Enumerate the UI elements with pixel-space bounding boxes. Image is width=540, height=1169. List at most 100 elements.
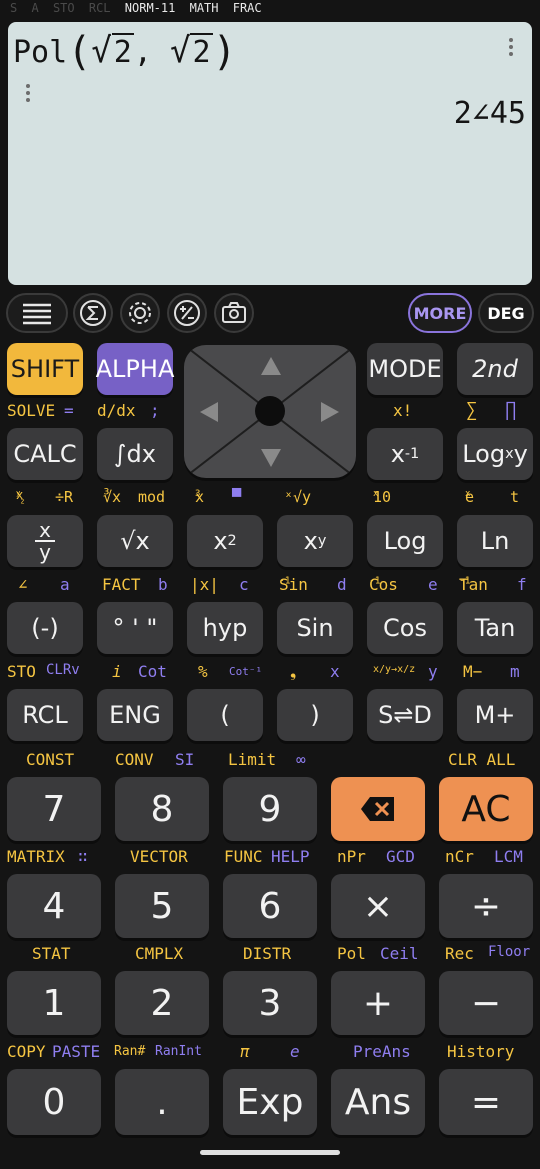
label-conv: CONV — [115, 750, 154, 769]
label-m: m — [510, 662, 520, 681]
more-button[interactable]: MORE — [408, 293, 472, 333]
sd-key[interactable]: S⇌D — [367, 689, 443, 741]
delete-key[interactable] — [331, 777, 425, 841]
inverse-base: x — [390, 440, 405, 468]
digit-3-key[interactable]: 3 — [223, 971, 317, 1035]
ac-key[interactable]: AC — [439, 777, 533, 841]
label-exp-e: ex — [465, 488, 475, 506]
down-arrow-icon[interactable] — [261, 449, 281, 467]
label-e: e — [428, 575, 438, 594]
sqrt-key[interactable]: √x — [97, 515, 173, 567]
rcl-key[interactable]: RCL — [7, 689, 83, 741]
label-f: f — [517, 575, 527, 594]
label-matrix: MATRIX — [7, 847, 65, 866]
result-menu-icon[interactable] — [26, 84, 30, 105]
label-xyz: x yz — [16, 488, 25, 506]
logxy-key[interactable]: Log x y — [457, 428, 533, 480]
up-arrow-icon[interactable] — [261, 357, 281, 375]
digit-2-key[interactable]: 2 — [115, 971, 209, 1035]
left-paren-key[interactable]: ( — [187, 689, 263, 741]
tan-key[interactable]: Tan — [457, 602, 533, 654]
log-key[interactable]: Log — [367, 515, 443, 567]
digit-5-key[interactable]: 5 — [115, 874, 209, 938]
backspace-icon — [361, 797, 394, 821]
square-key[interactable]: x2 — [187, 515, 263, 567]
right-paren-key[interactable]: ) — [277, 689, 353, 741]
expr-radicand-2: 2 — [190, 33, 213, 70]
label-xroot: ˣ√y — [284, 488, 312, 506]
inverse-key[interactable]: x -1 — [367, 428, 443, 480]
expr-close-paren: ) — [212, 29, 237, 75]
label-npr: nPr — [337, 847, 366, 866]
plus-key[interactable]: + — [331, 971, 425, 1035]
menu-icon — [23, 303, 51, 325]
status-frac: FRAC — [232, 1, 262, 15]
label-copy: COPY — [7, 1042, 46, 1061]
eng-key[interactable]: ENG — [97, 689, 173, 741]
integral-key[interactable]: ∫dx — [97, 428, 173, 480]
label-help: HELP — [271, 847, 310, 866]
digit-8-key[interactable]: 8 — [115, 777, 209, 841]
digit-7-key[interactable]: 7 — [7, 777, 101, 841]
divide-key[interactable]: ÷ — [439, 874, 533, 938]
calculator-display[interactable]: Pol(√2, √2) 2∠45 — [8, 22, 532, 285]
alpha-key[interactable]: ALPHA — [96, 343, 174, 395]
gear-icon — [129, 302, 151, 324]
status-a: A — [31, 1, 39, 15]
digit-4-key[interactable]: 4 — [7, 874, 101, 938]
camera-icon — [222, 302, 246, 323]
hyp-key[interactable]: hyp — [187, 602, 263, 654]
plus-minus-icon — [174, 300, 200, 326]
fraction-key[interactable]: xy — [7, 515, 83, 567]
sin-key[interactable]: Sin — [277, 602, 353, 654]
label-matrix-icon: ∷ — [78, 847, 88, 866]
plus-minus-button[interactable] — [167, 293, 207, 333]
logxy-base: Log — [462, 440, 506, 468]
mode-key[interactable]: MODE — [367, 343, 443, 395]
expression-menu-icon[interactable] — [509, 38, 513, 59]
ln-key[interactable]: Ln — [457, 515, 533, 567]
second-key[interactable]: 2nd — [457, 343, 533, 395]
negative-key[interactable]: (-) — [7, 602, 83, 654]
label-comma: ❟ — [290, 662, 297, 681]
decimal-key[interactable]: . — [115, 1069, 209, 1135]
multiply-key[interactable]: × — [331, 874, 425, 938]
ans-key[interactable]: Ans — [331, 1069, 425, 1135]
label-asin: Sin -1 — [279, 575, 308, 594]
label-ran-hash: Ran# — [114, 1044, 146, 1059]
exp-key[interactable]: Exp — [223, 1069, 317, 1135]
label-paste: PASTE — [52, 1042, 101, 1061]
digit-0-key[interactable]: 0 — [7, 1069, 101, 1135]
label-cbrt: ∛x — [103, 488, 122, 506]
digit-6-key[interactable]: 6 — [223, 874, 317, 938]
m-plus-key[interactable]: M+ — [457, 689, 533, 741]
input-expression[interactable]: Pol(√2, √2) — [13, 32, 237, 72]
label-pi: π — [240, 1042, 250, 1061]
deg-button[interactable]: DEG — [478, 293, 534, 333]
label-factorial: x! — [393, 401, 413, 420]
status-s: S — [10, 1, 18, 15]
shift-key[interactable]: SHIFT — [7, 343, 83, 395]
label-clrv: CLRv — [46, 662, 80, 678]
label-bar: ▀ — [232, 488, 242, 506]
result-value: 2∠45 — [453, 96, 526, 131]
minus-key[interactable]: − — [439, 971, 533, 1035]
power-key[interactable]: xy — [277, 515, 353, 567]
digit-9-key[interactable]: 9 — [223, 777, 317, 841]
digit-1-key[interactable]: 1 — [7, 971, 101, 1035]
menu-button[interactable] — [6, 293, 68, 333]
cos-key[interactable]: Cos — [367, 602, 443, 654]
label-b: b — [158, 575, 168, 594]
sigma-button[interactable] — [73, 293, 113, 333]
camera-button[interactable] — [214, 293, 254, 333]
expr-radicand-1: 2 — [111, 33, 134, 70]
equals-key[interactable]: = — [439, 1069, 533, 1135]
calc-key[interactable]: CALC — [7, 428, 83, 480]
settings-button[interactable] — [120, 293, 160, 333]
home-indicator[interactable] — [200, 1150, 340, 1155]
logxy-arg: y — [513, 440, 528, 468]
label-equals: = — [64, 401, 74, 420]
label-infinity: ∞ — [296, 750, 306, 769]
label-distr: DISTR — [243, 944, 292, 963]
dms-key[interactable]: ° ' " — [97, 602, 173, 654]
